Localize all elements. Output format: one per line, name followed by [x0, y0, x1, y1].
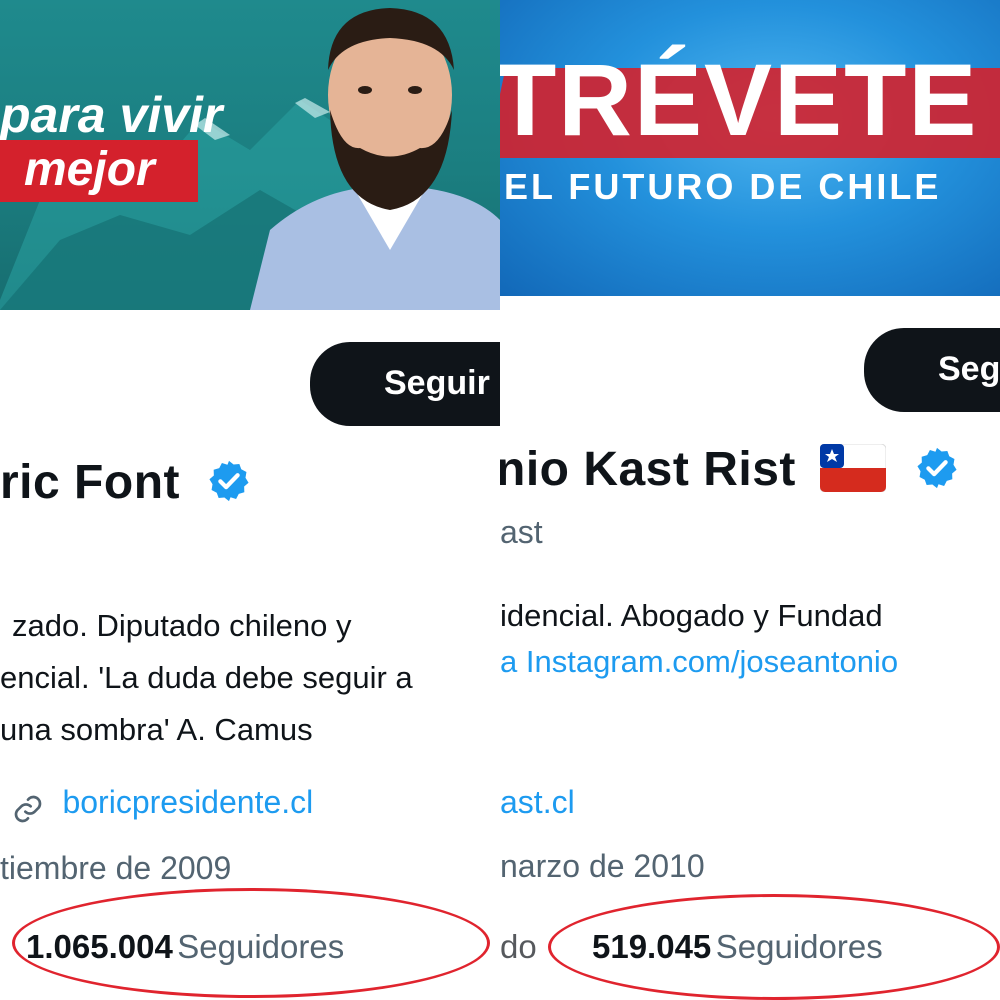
- profile-bio-line-1: idencial. Abogado y Fundad: [500, 598, 883, 633]
- verified-badge-icon: [917, 448, 957, 489]
- profile-website-link[interactable]: ast.cl: [500, 784, 575, 821]
- joined-date: tiembre de 2009: [0, 850, 232, 886]
- profile-person-photo: [250, 8, 500, 310]
- left-profile-panel: para vivir mejor Seguir ric Font zado. D…: [0, 0, 500, 1000]
- right-profile-panel: TRÉVETE EL FUTURO DE CHILE Seg nio Kast …: [500, 0, 1000, 1000]
- following-prefix: do: [500, 928, 537, 965]
- profile-bio-line-3: una sombra' A. Camus: [0, 712, 313, 747]
- profile-website-link[interactable]: boricpresidente.cl: [12, 784, 313, 825]
- right-profile-banner: TRÉVETE EL FUTURO DE CHILE: [500, 0, 1000, 296]
- profile-display-name: ric Font: [0, 455, 252, 510]
- highlight-oval: [12, 888, 490, 998]
- banner-headline: TRÉVETE: [500, 43, 979, 157]
- display-name-text: nio Kast Rist: [500, 443, 796, 496]
- link-icon: [14, 795, 42, 823]
- display-name-text: ric Font: [0, 456, 180, 509]
- follow-button[interactable]: Seguir: [310, 342, 500, 426]
- profile-bio-link-line[interactable]: a Instagram.com/joseantonio: [500, 644, 898, 680]
- profile-handle: ast: [500, 514, 543, 550]
- joined-date: narzo de 2010: [500, 848, 705, 884]
- following-fragment: do: [500, 928, 537, 966]
- profile-display-name: nio Kast Rist: [500, 442, 960, 497]
- banner-slogan-line1: para vivir: [0, 87, 223, 143]
- bio-link-prefix: a: [500, 644, 526, 679]
- follow-button-label: Seguir: [384, 364, 490, 402]
- highlight-oval: [548, 894, 1000, 1000]
- profile-bio-line-1: zado. Diputado chileno y: [12, 608, 352, 643]
- instagram-link[interactable]: Instagram.com/joseantonio: [526, 644, 898, 679]
- follow-button-label: Seg: [938, 350, 1000, 388]
- banner-subline: EL FUTURO DE CHILE: [504, 166, 942, 207]
- website-link-text[interactable]: boricpresidente.cl: [62, 784, 313, 820]
- chile-flag-icon: [819, 443, 887, 493]
- left-profile-banner: para vivir mejor: [0, 0, 500, 310]
- follow-button[interactable]: Seg: [864, 328, 1000, 412]
- verified-badge-icon: [209, 461, 249, 502]
- banner-slogan-line2: mejor: [24, 143, 155, 196]
- profile-bio-line-2: encial. 'La duda debe seguir a: [0, 660, 413, 695]
